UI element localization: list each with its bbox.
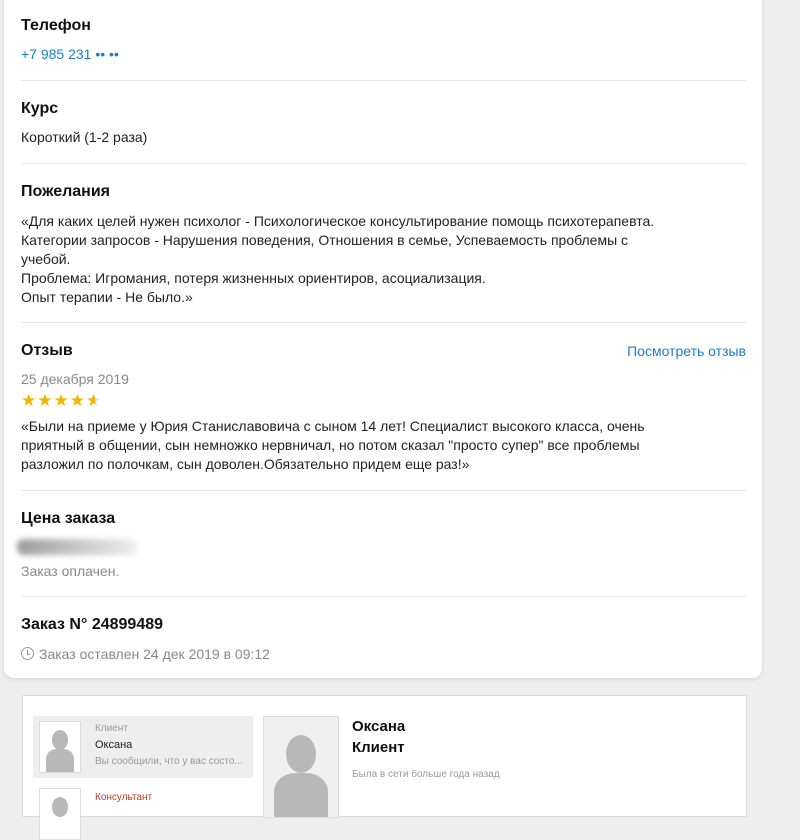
order-number: Заказ N° 24899489 (21, 616, 164, 633)
divider (21, 322, 746, 323)
phone-value[interactable]: +7 985 231 •• •• (21, 45, 746, 64)
course-value: Короткий (1-2 раза) (21, 129, 148, 145)
review-date: 25 декабря 2019 (21, 371, 129, 387)
clock-icon (21, 647, 34, 660)
half-star-icon: ★ (86, 392, 102, 411)
star-icon: ★ (53, 391, 70, 410)
chat-item-name: Оксана (95, 739, 133, 751)
payment-status: Заказ оплачен. (21, 563, 120, 579)
chat-panel: Клиент Оксана Вы сообщили, что у вас сос… (22, 695, 747, 840)
star-icon: ★ (69, 391, 86, 410)
review-text: «Были на приеме у Юрия Станиславовича с … (21, 417, 746, 474)
wishes-heading: Пожелания (21, 183, 110, 200)
review-line: разложил по полочкам, сын доволен.Обязат… (21, 456, 470, 472)
order-placed-text: Заказ оставлен 24 дек 2019 в 09:12 (39, 646, 270, 662)
order-placed: Заказ оставлен 24 дек 2019 в 09:12 (21, 645, 746, 664)
chat-item-consultant-role: Консультант (95, 792, 153, 803)
chat-item-preview: Вы сообщили, что у вас состо... (95, 756, 243, 767)
price-heading: Цена заказа (21, 510, 116, 527)
divider (21, 163, 746, 164)
profile-name: Оксана (352, 718, 406, 735)
rating-stars: ★★★★★ (21, 391, 746, 411)
divider (21, 80, 746, 81)
wishes-text: «Для каких целей нужен психолог - Психол… (21, 212, 746, 307)
phone-heading: Телефон (21, 17, 91, 34)
chat-list-item-client[interactable]: Клиент Оксана Вы сообщили, что у вас сос… (33, 716, 253, 778)
wishes-line: Опыт терапии - Не было.» (21, 289, 193, 305)
wishes-line: Проблема: Игромания, потеря жизненных ор… (21, 270, 486, 286)
wishes-line: Категории запросов - Нарушения поведения… (21, 232, 629, 248)
client-avatar (39, 721, 81, 773)
profile-avatar (263, 716, 339, 818)
profile-role: Клиент (352, 739, 405, 756)
review-line: приятный в общении, сын немножко нервнич… (21, 437, 640, 453)
star-icon: ★ (37, 391, 54, 410)
chat-item-role: Клиент (95, 723, 128, 734)
price-redacted (17, 539, 137, 555)
review-line: «Были на приеме у Юрия Станиславовича с … (21, 418, 645, 434)
star-icon: ★ (21, 391, 38, 410)
consultant-avatar (39, 788, 81, 840)
divider (21, 596, 746, 597)
divider (21, 490, 746, 491)
profile-status: Была в сети больше года назад (352, 769, 500, 780)
wishes-line: учебой. (21, 251, 71, 267)
course-heading: Курс (21, 100, 59, 117)
view-review-link[interactable]: Посмотреть отзыв (627, 342, 746, 361)
wishes-line: «Для каких целей нужен психолог - Психол… (21, 213, 655, 229)
